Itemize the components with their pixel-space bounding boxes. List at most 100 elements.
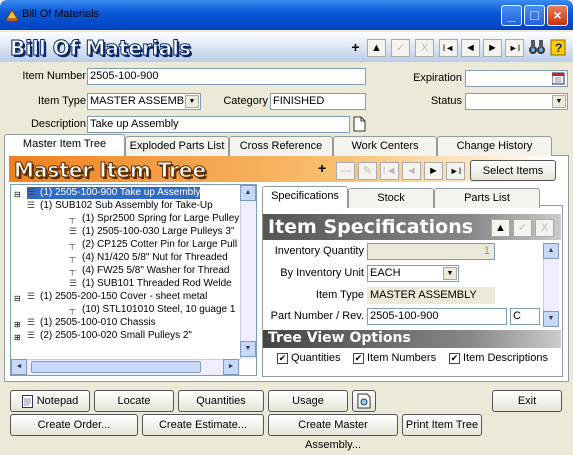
item-descriptions-checkbox[interactable]: ✔ Item Descriptions bbox=[449, 352, 548, 364]
tree-node[interactable]: ┬ (4) FW25 5/8" Washer for Thread bbox=[69, 265, 230, 277]
maximize-button[interactable]: □ bbox=[524, 5, 545, 26]
scroll-down-icon[interactable]: ▼ bbox=[543, 311, 559, 327]
window-title: Bill Of Materials bbox=[22, 8, 100, 20]
item-type-select[interactable]: MASTER ASSEMBLY ▼ bbox=[87, 93, 201, 110]
tree-node[interactable]: ☰ (2) 2505-100-020 Small Pulleys 2" bbox=[27, 330, 192, 342]
scroll-up-icon[interactable]: ▲ bbox=[240, 185, 256, 201]
spec-item-type-field: MASTER ASSEMBLY bbox=[367, 287, 495, 304]
tree-last-button[interactable]: ►I bbox=[446, 162, 465, 180]
inventory-unit-select[interactable]: EACH ▼ bbox=[367, 265, 459, 282]
item-numbers-checkbox[interactable]: ✔ Item Numbers bbox=[353, 352, 436, 364]
scroll-thumb[interactable] bbox=[31, 361, 201, 373]
save-button[interactable]: ✓ bbox=[391, 39, 410, 57]
revision-field[interactable]: C bbox=[510, 308, 540, 325]
assembly-icon: ☰ bbox=[27, 330, 36, 341]
prev-record-button[interactable]: ◄ bbox=[461, 39, 480, 57]
tab-change-history[interactable]: Change History bbox=[437, 136, 552, 156]
create-order-button[interactable]: Create Order... bbox=[10, 414, 138, 436]
tab-exploded-parts-list[interactable]: Exploded Parts List bbox=[125, 136, 229, 156]
category-field[interactable]: FINISHED bbox=[270, 93, 366, 110]
part-number-field[interactable]: 2505-100-900 bbox=[367, 308, 507, 325]
svg-text:?: ? bbox=[555, 41, 562, 55]
minimize-button[interactable]: _ bbox=[501, 5, 522, 26]
close-button[interactable]: × bbox=[547, 5, 568, 26]
notepad-button[interactable]: Notepad bbox=[10, 390, 90, 412]
tab-master-item-tree[interactable]: Master Item Tree bbox=[4, 134, 125, 156]
tree-node[interactable]: ┬ (4) N1/420 5/8" Nut for Threaded bbox=[69, 252, 228, 264]
print-item-tree-button[interactable]: Print Item Tree bbox=[402, 414, 482, 436]
category-label: Category bbox=[223, 95, 268, 107]
undo-button[interactable]: X bbox=[415, 39, 434, 57]
tree-add-button[interactable]: + bbox=[318, 160, 326, 176]
create-master-assembly-button[interactable]: Create Master Assembly... bbox=[268, 414, 398, 451]
document-icon[interactable] bbox=[353, 116, 366, 132]
help-icon[interactable]: ? bbox=[550, 38, 567, 57]
inventory-quantity-field[interactable]: 1 bbox=[367, 243, 495, 260]
quantities-button[interactable]: Quantities bbox=[178, 390, 264, 412]
scroll-left-icon[interactable]: ◄ bbox=[11, 359, 27, 375]
binoculars-icon[interactable] bbox=[528, 37, 546, 57]
tab-parts-list[interactable]: Parts List bbox=[434, 188, 540, 208]
quantities-checkbox[interactable]: ✔ Quantities bbox=[277, 352, 341, 364]
create-estimate-button[interactable]: Create Estimate... bbox=[142, 414, 264, 436]
tree-prev-button[interactable]: ◄ bbox=[402, 162, 421, 180]
tab-cross-reference-list[interactable]: Cross Reference List bbox=[229, 136, 333, 170]
scroll-right-icon[interactable]: ► bbox=[223, 359, 239, 375]
tab-specifications[interactable]: Specifications bbox=[262, 186, 348, 208]
up-button[interactable]: ▲ bbox=[367, 39, 386, 57]
tree-node[interactable]: ☰ (1) 2505-100-030 Large Pulleys 3" bbox=[69, 226, 235, 238]
scroll-up-icon[interactable]: ▲ bbox=[543, 243, 559, 259]
notepad-icon bbox=[21, 394, 33, 408]
tree-first-button[interactable]: I◄ bbox=[380, 162, 399, 180]
status-select[interactable]: ▼ bbox=[465, 93, 568, 110]
tree-node[interactable]: ☰ (1) 2505-200-150 Cover - sheet metal bbox=[27, 291, 207, 303]
tree-node[interactable]: ☰ (1) SUB102 Sub Assembly for Take-Up bbox=[27, 200, 213, 212]
assembly-icon: ☰ bbox=[69, 278, 78, 289]
expand-icon[interactable]: ⊞ bbox=[14, 332, 21, 344]
spec-item-type-label: Item Type bbox=[315, 289, 364, 301]
item-spec-title: Item Specifications bbox=[268, 216, 474, 238]
app-icon bbox=[5, 8, 19, 22]
chevron-down-icon[interactable]: ▼ bbox=[185, 95, 199, 108]
first-record-button[interactable]: I◄ bbox=[439, 39, 458, 57]
master-tree-title: Master Item Tree bbox=[13, 158, 207, 183]
tree-node[interactable]: ☰ (1) 2505-100-010 Chassis bbox=[27, 317, 156, 329]
chevron-down-icon[interactable]: ▼ bbox=[443, 267, 457, 280]
assembly-icon: ☰ bbox=[27, 317, 36, 328]
part-icon: ┬ bbox=[69, 265, 76, 276]
last-record-button[interactable]: ►I bbox=[505, 39, 524, 57]
locate-button[interactable]: Locate bbox=[94, 390, 174, 412]
select-items-button[interactable]: Select Items bbox=[470, 160, 556, 181]
calendar-icon[interactable] bbox=[552, 72, 565, 85]
scroll-down-icon[interactable]: ▼ bbox=[240, 341, 256, 357]
collapse-icon[interactable]: ⊟ bbox=[14, 293, 21, 305]
chevron-down-icon[interactable]: ▼ bbox=[552, 95, 566, 108]
tree-next-button[interactable]: ► bbox=[424, 162, 443, 180]
tree-node[interactable]: ☰ (1) 2505-100-900 Take up Assembly bbox=[27, 187, 201, 199]
tab-stock[interactable]: Stock bbox=[348, 188, 434, 208]
item-number-field[interactable]: 2505-100-900 bbox=[87, 68, 366, 85]
print-preview-button[interactable] bbox=[352, 390, 376, 412]
next-record-button[interactable]: ► bbox=[483, 39, 502, 57]
tree-remove-button[interactable]: — bbox=[336, 162, 355, 180]
page-title: Bill Of Materials bbox=[10, 36, 192, 61]
spec-save-button[interactable]: ✓ bbox=[513, 219, 532, 237]
expiration-field[interactable] bbox=[465, 70, 568, 87]
tree-edit-button[interactable]: ✎ bbox=[358, 162, 377, 180]
tree-node[interactable]: ┬ (2) CP125 Cotter Pin for Large Pull bbox=[69, 239, 237, 251]
expand-icon[interactable]: ⊞ bbox=[14, 319, 21, 331]
tree-node[interactable]: ☰ (1) SUB101 Threaded Rod Welde bbox=[69, 278, 232, 290]
collapse-icon[interactable]: ⊟ bbox=[14, 189, 21, 201]
tree-node[interactable]: ┬ (10) STL101010 Steel, 10 guage 1 bbox=[69, 304, 235, 316]
tree-node[interactable]: ┬ (1) Spr2500 Spring for Large Pulley bbox=[69, 213, 239, 225]
part-number-label: Part Number / Rev. bbox=[270, 310, 364, 322]
spec-up-button[interactable]: ▲ bbox=[491, 219, 510, 237]
master-item-tree[interactable]: ☰ (1) 2505-100-900 Take up Assembly ☰ (1) … bbox=[10, 184, 257, 376]
usage-button[interactable]: Usage bbox=[268, 390, 348, 412]
tab-work-centers[interactable]: Work Centers bbox=[333, 136, 437, 156]
description-field[interactable]: Take up Assembly bbox=[87, 116, 350, 133]
exit-button[interactable]: Exit bbox=[492, 390, 562, 412]
tree-vertical-scrollbar[interactable] bbox=[240, 185, 256, 359]
spec-cancel-button[interactable]: X bbox=[535, 219, 554, 237]
add-button[interactable]: + bbox=[346, 39, 365, 57]
